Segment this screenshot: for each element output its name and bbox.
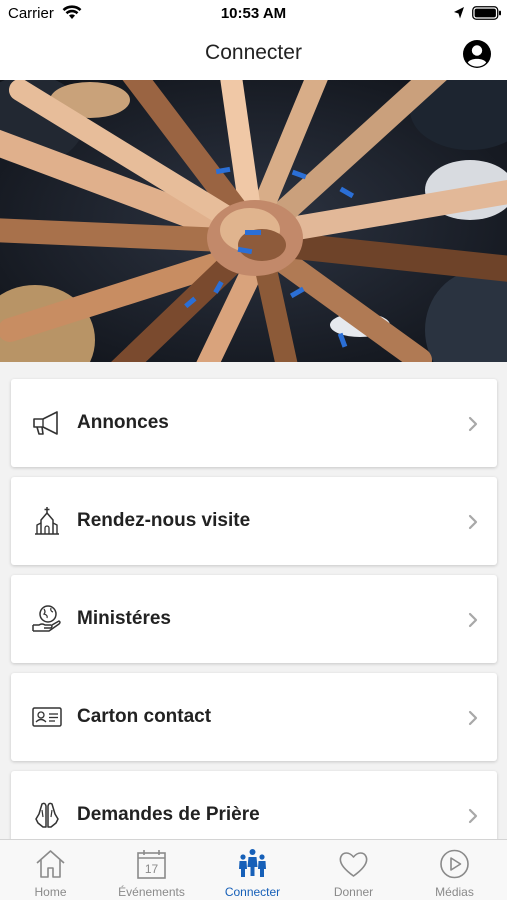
menu-item-carton-contact[interactable]: Carton contact (11, 673, 497, 761)
tab-connecter[interactable]: Connecter (202, 840, 303, 900)
menu-item-annonces[interactable]: Annonces (11, 379, 497, 467)
hero-image (0, 80, 507, 362)
status-bar: Carrier 10:53 AM (0, 0, 507, 30)
tab-label: Home (34, 885, 67, 899)
tab-home[interactable]: Home (0, 840, 101, 900)
tab-evenements[interactable]: 17 Événements (101, 840, 202, 900)
chevron-right-icon (468, 808, 478, 824)
tab-donner[interactable]: Donner (303, 840, 404, 900)
chevron-right-icon (468, 514, 478, 530)
menu-item-label: Ministéres (77, 608, 171, 629)
praying-hands-icon (35, 802, 59, 828)
tab-bar: Home 17 Événements Connecter Donner Médi… (0, 839, 507, 900)
tab-label: Connecter (224, 885, 281, 899)
page-title: Connecter (205, 41, 302, 64)
menu-item-label: Rendez-nous visite (77, 510, 251, 531)
tab-label: Médias (435, 885, 474, 899)
menu-item-label: Carton contact (77, 706, 212, 727)
menu-list: Annonces Rendez-nous visite Ministéres C… (0, 362, 507, 839)
tab-medias[interactable]: Médias (404, 840, 505, 900)
menu-item-label: Annonces (77, 412, 169, 433)
status-time: 10:53 AM (220, 5, 287, 22)
megaphone-icon (33, 411, 58, 435)
play-icon (440, 849, 469, 879)
chevron-right-icon (468, 710, 478, 726)
profile-icon[interactable] (462, 39, 492, 69)
location-arrow-icon (454, 7, 464, 19)
menu-item-label: Demandes de Prière (77, 804, 260, 825)
menu-item-ministeres[interactable]: Ministéres (11, 575, 497, 663)
calendar-icon: 17 (137, 850, 166, 879)
globe-hand-icon (32, 605, 61, 632)
tab-label: Événements (118, 885, 185, 899)
contact-card-icon (32, 707, 62, 727)
chevron-right-icon (468, 612, 478, 628)
menu-item-demandes-de-priere[interactable]: Demandes de Prière (11, 771, 497, 839)
home-icon (36, 850, 65, 878)
menu-item-rendez-nous-visite[interactable]: Rendez-nous visite (11, 477, 497, 565)
battery-icon (472, 6, 501, 20)
church-icon (35, 507, 59, 535)
heart-icon (339, 852, 368, 877)
calendar-day: 17 (145, 862, 159, 876)
chevron-right-icon (468, 416, 478, 432)
tab-label: Donner (333, 885, 374, 899)
people-icon (239, 849, 266, 877)
nav-bar: Connecter (0, 30, 507, 80)
